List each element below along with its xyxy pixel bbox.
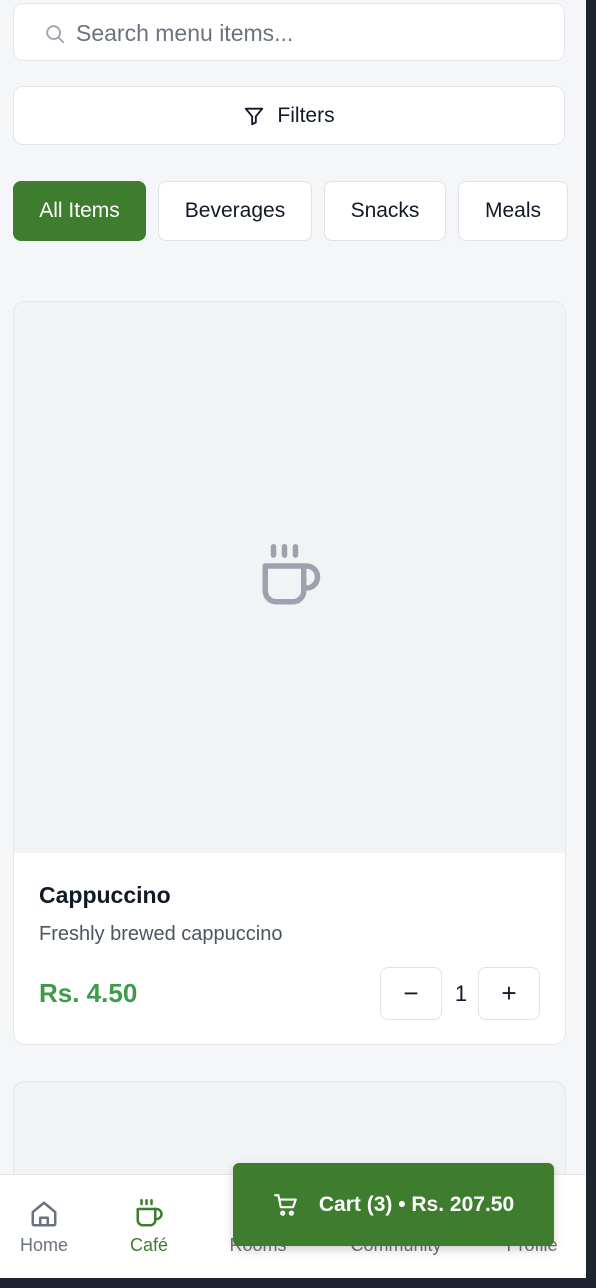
increment-quantity-button[interactable]: + — [478, 967, 540, 1020]
filters-button[interactable]: Filters — [13, 86, 565, 145]
category-chip-snacks[interactable]: Snacks — [324, 181, 446, 241]
search-bar[interactable] — [13, 3, 565, 62]
menu-item-description: Freshly brewed cappuccino — [39, 923, 283, 945]
nav-item-home[interactable]: Home — [4, 1175, 84, 1278]
category-chip-meals[interactable]: Meals — [458, 181, 568, 241]
search-input[interactable] — [74, 4, 548, 62]
filters-label: Filters — [277, 103, 335, 127]
view-cart-button[interactable]: Cart (3) • Rs. 207.50 — [233, 1163, 554, 1246]
coffee-cup-icon — [136, 1199, 163, 1227]
quantity-value: 1 — [454, 980, 468, 1006]
nav-label: Home — [19, 1235, 68, 1255]
category-chip-all-items[interactable]: All Items — [13, 181, 146, 241]
search-icon — [46, 25, 65, 44]
menu-item-image-placeholder — [14, 302, 565, 853]
category-chip-label: Meals — [484, 199, 542, 222]
menu-item-name: Cappuccino — [39, 882, 171, 908]
cafe-menu-screen: Filters All Items Beverages Snacks Meals… — [0, 0, 586, 1278]
category-chip-label: Snacks — [350, 199, 420, 222]
category-chip-beverages[interactable]: Beverages — [158, 181, 312, 241]
filter-icon — [245, 107, 264, 125]
menu-item-card[interactable]: Cappuccino Freshly brewed cappuccino Rs.… — [13, 301, 566, 1045]
cart-summary-label: Cart (3) • Rs. 207.50 — [318, 1192, 515, 1216]
decrement-quantity-button[interactable]: − — [380, 967, 442, 1020]
shopping-cart-icon — [273, 1193, 297, 1216]
home-icon — [31, 1201, 57, 1227]
nav-item-cafe[interactable]: Café — [109, 1175, 189, 1278]
category-chip-label: Beverages — [184, 199, 286, 222]
nav-label: Café — [129, 1235, 169, 1255]
coffee-cup-icon — [262, 544, 321, 605]
category-chip-label: All Items — [39, 199, 120, 222]
menu-item-price: Rs. 4.50 — [39, 978, 138, 1008]
